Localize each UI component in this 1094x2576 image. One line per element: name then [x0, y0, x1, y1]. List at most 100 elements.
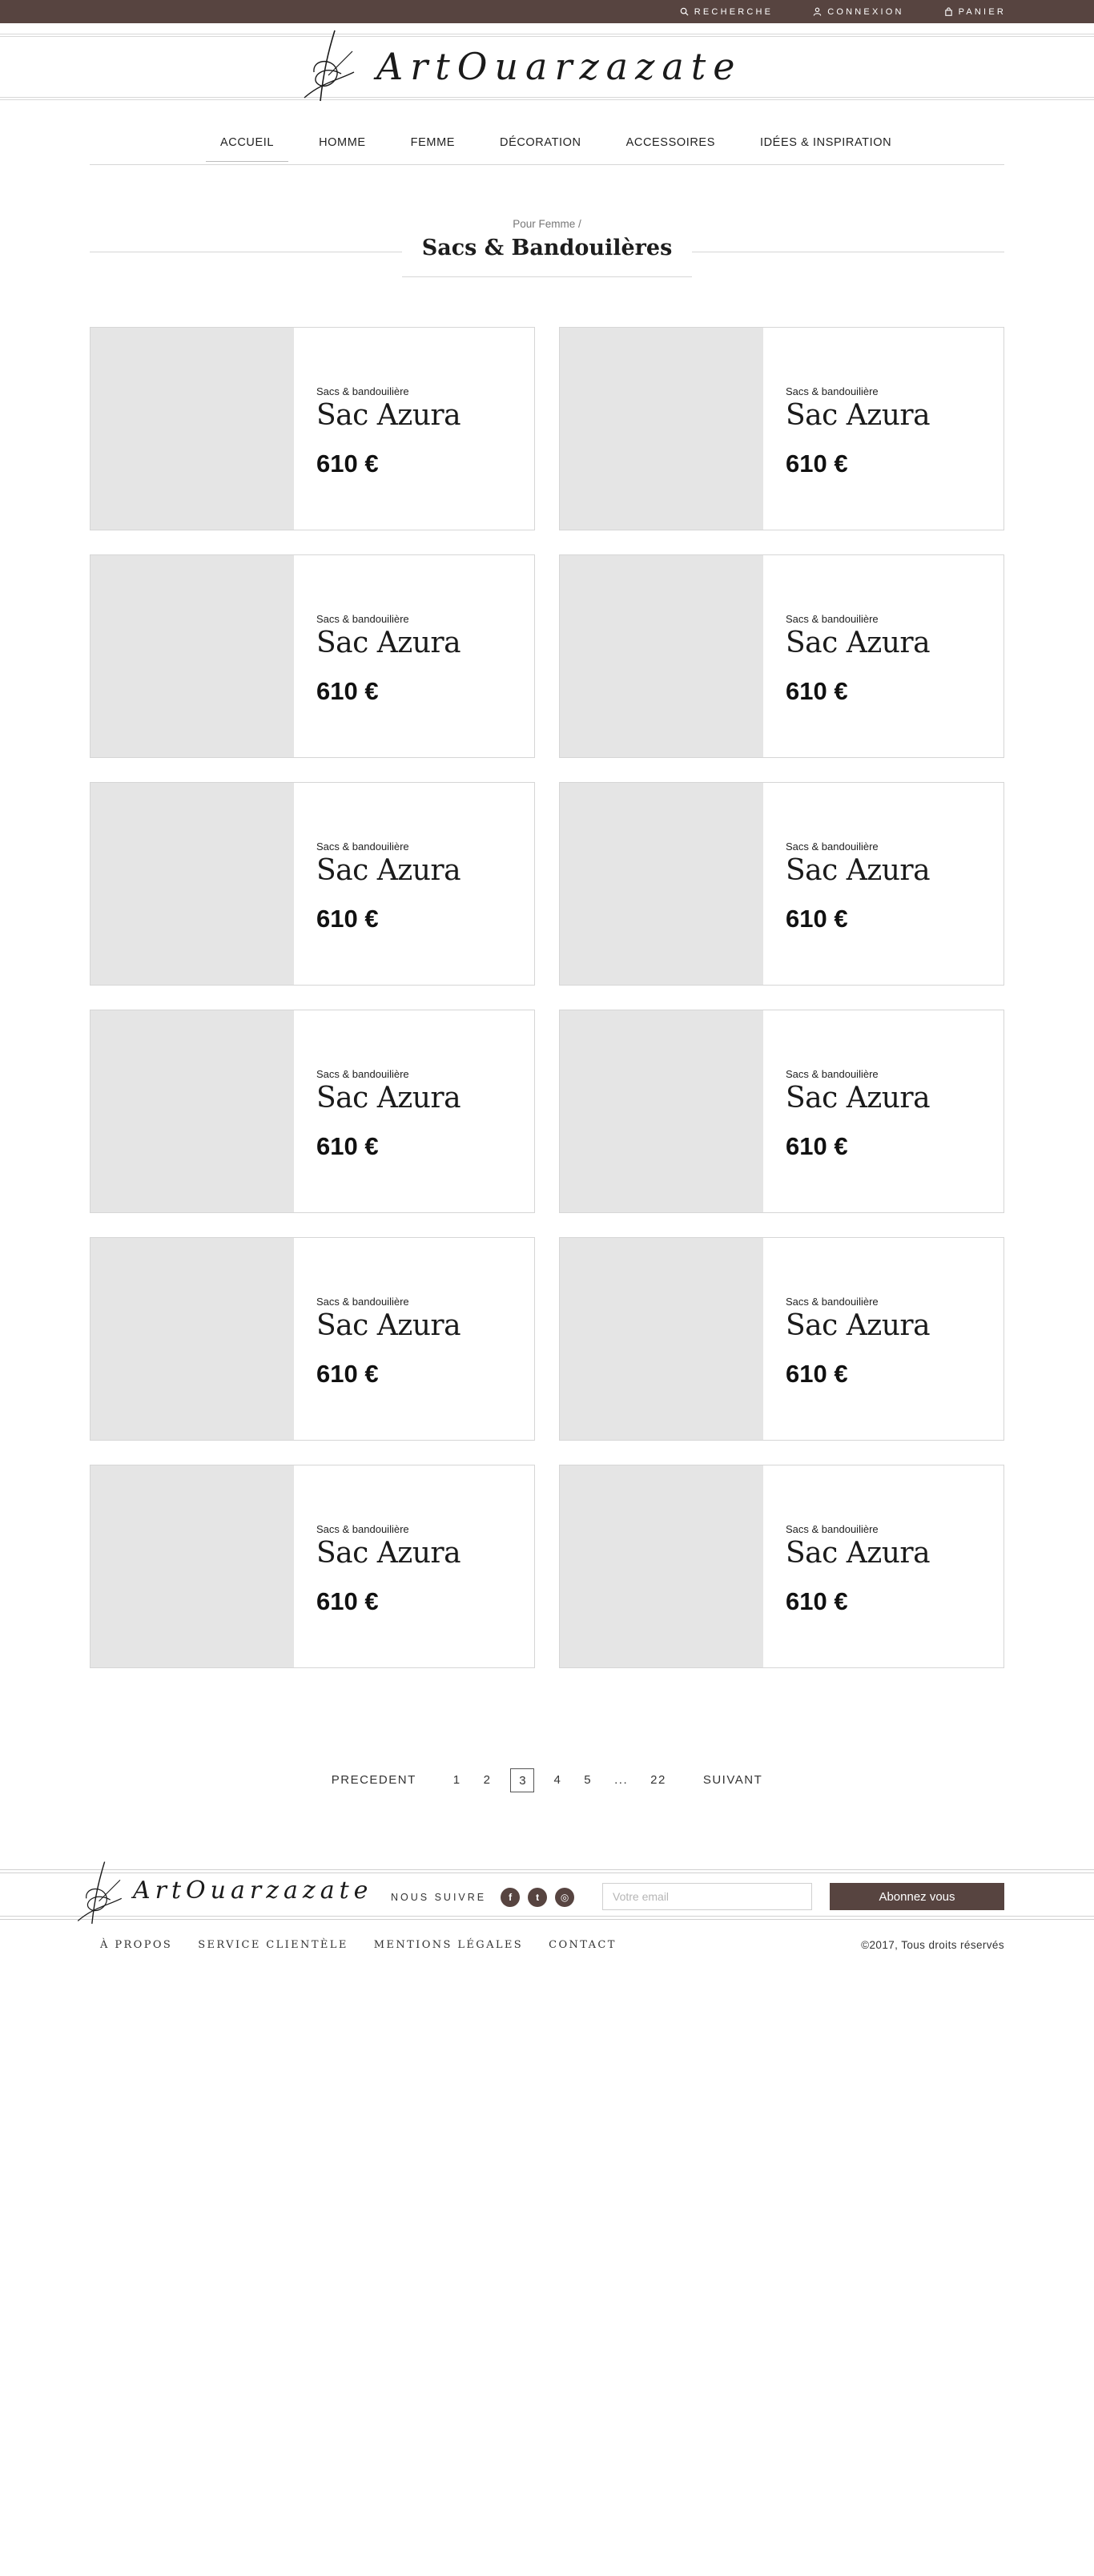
- login-link[interactable]: Connexion: [813, 7, 903, 17]
- top-bar: Recherche Connexion Panier: [0, 0, 1094, 23]
- copyright-text: ©2017, Tous droits réservés: [861, 1939, 1004, 1951]
- product-name[interactable]: Sac Azura: [316, 1082, 461, 1115]
- product-category: Sacs & bandouilière: [316, 385, 409, 397]
- footer-brand-name: ArtOuarzazate: [133, 1877, 373, 1905]
- product-name[interactable]: Sac Azura: [786, 1309, 931, 1342]
- product-info: Sacs & bandouilière Sac Azura 610 €: [294, 1465, 461, 1667]
- product-image[interactable]: [560, 1238, 763, 1440]
- product-name[interactable]: Sac Azura: [786, 1537, 931, 1570]
- footer-link-a-propos[interactable]: À propos: [100, 1939, 172, 1951]
- footer-link-service-clientele[interactable]: Service Clientèle: [198, 1939, 348, 1951]
- product-price: 610 €: [316, 1132, 379, 1160]
- pagination-page-2[interactable]: 2: [473, 1768, 503, 1792]
- product-card[interactable]: Sacs & bandouilière Sac Azura 610 €: [90, 554, 535, 758]
- product-image[interactable]: [90, 1465, 294, 1667]
- footer-link-mentions-legales[interactable]: Mentions Légales: [374, 1939, 523, 1951]
- pagination-prev-button[interactable]: Precedent: [320, 1768, 428, 1792]
- product-price: 610 €: [786, 677, 848, 705]
- product-name[interactable]: Sac Azura: [786, 1082, 931, 1115]
- user-icon: [814, 7, 822, 16]
- pagination-page-22[interactable]: 22: [639, 1768, 678, 1792]
- product-image[interactable]: [560, 1465, 763, 1667]
- product-price: 610 €: [316, 677, 379, 705]
- product-card[interactable]: Sacs & bandouilière Sac Azura 610 €: [559, 1465, 1004, 1668]
- product-grid: Sacs & bandouilière Sac Azura 610 € Sacs…: [90, 327, 1004, 1668]
- cart-link[interactable]: Panier: [944, 7, 1006, 17]
- product-name[interactable]: Sac Azura: [316, 1537, 461, 1570]
- instagram-icon[interactable]: ◎: [555, 1888, 575, 1907]
- search-icon: [680, 7, 689, 16]
- nav-item-decoration[interactable]: Décoration: [485, 128, 596, 162]
- search-link[interactable]: Recherche: [680, 7, 773, 17]
- product-category: Sacs & bandouilière: [316, 1296, 409, 1308]
- nav-item-accessoires[interactable]: Accessoires: [612, 128, 730, 162]
- product-image[interactable]: [90, 783, 294, 985]
- product-info: Sacs & bandouilière Sac Azura 610 €: [294, 555, 461, 757]
- product-category: Sacs & bandouilière: [786, 1296, 879, 1308]
- product-name[interactable]: Sac Azura: [786, 627, 931, 659]
- pagination-next-button[interactable]: Suivant: [692, 1768, 774, 1792]
- subscribe-button[interactable]: Abonnez vous: [830, 1883, 1004, 1910]
- brand-name: ArtOuarzazate: [376, 45, 742, 88]
- product-card[interactable]: Sacs & bandouilière Sac Azura 610 €: [90, 1237, 535, 1441]
- product-card[interactable]: Sacs & bandouilière Sac Azura 610 €: [90, 1010, 535, 1213]
- product-image[interactable]: [560, 1010, 763, 1212]
- nav-item-idees-inspiration[interactable]: Idées & Inspiration: [746, 128, 906, 162]
- product-name[interactable]: Sac Azura: [316, 627, 461, 659]
- product-card[interactable]: Sacs & bandouilière Sac Azura 610 €: [90, 327, 535, 530]
- product-image[interactable]: [560, 328, 763, 530]
- product-card[interactable]: Sacs & bandouilière Sac Azura 610 €: [90, 1465, 535, 1668]
- breadcrumb[interactable]: Pour Femme /: [0, 218, 1094, 230]
- footer-brand-logo[interactable]: ArtOuarzazate: [70, 1859, 368, 1929]
- product-price: 610 €: [786, 1132, 848, 1160]
- product-category: Sacs & bandouilière: [786, 841, 879, 853]
- pagination-page-current[interactable]: 3: [510, 1768, 535, 1792]
- product-info: Sacs & bandouilière Sac Azura 610 €: [294, 328, 461, 530]
- nav-item-femme[interactable]: Femme: [396, 128, 469, 162]
- brand-logo[interactable]: ArtOuarzazate: [296, 27, 734, 107]
- product-info: Sacs & bandouilière Sac Azura 610 €: [763, 783, 931, 985]
- product-category: Sacs & bandouilière: [786, 385, 879, 397]
- pagination-page-1[interactable]: 1: [442, 1768, 473, 1792]
- newsletter-email-input[interactable]: [602, 1883, 812, 1910]
- product-name[interactable]: Sac Azura: [786, 854, 931, 887]
- product-category: Sacs & bandouilière: [316, 1523, 409, 1535]
- product-card[interactable]: Sacs & bandouilière Sac Azura 610 €: [559, 327, 1004, 530]
- product-name[interactable]: Sac Azura: [316, 399, 461, 432]
- product-card[interactable]: Sacs & bandouilière Sac Azura 610 €: [559, 782, 1004, 986]
- page-title: Sacs & Bandouilères: [402, 232, 692, 277]
- nav-item-homme[interactable]: Homme: [304, 128, 380, 162]
- main-nav-items: Accueil Homme Femme Décoration Accessoir…: [206, 128, 922, 165]
- facebook-icon[interactable]: f: [501, 1888, 521, 1907]
- pagination-page-4[interactable]: 4: [542, 1768, 573, 1792]
- product-image[interactable]: [560, 783, 763, 985]
- footer-link-contact[interactable]: Contact: [549, 1939, 617, 1951]
- product-card[interactable]: Sacs & bandouilière Sac Azura 610 €: [559, 1237, 1004, 1441]
- product-name[interactable]: Sac Azura: [316, 1309, 461, 1342]
- product-image[interactable]: [90, 1010, 294, 1212]
- product-category: Sacs & bandouilière: [786, 1523, 879, 1535]
- product-price: 610 €: [316, 905, 379, 933]
- main-nav: Accueil Homme Femme Décoration Accessoir…: [90, 128, 1004, 165]
- signature-emblem-icon: [77, 1861, 123, 1925]
- product-category: Sacs & bandouilière: [316, 841, 409, 853]
- pagination-page-5[interactable]: 5: [573, 1768, 603, 1792]
- product-image[interactable]: [560, 555, 763, 757]
- product-price: 610 €: [316, 1587, 379, 1615]
- pagination: Precedent 1 2 3 4 5 ... 22 Suivant: [0, 1768, 1094, 1792]
- product-image[interactable]: [90, 1238, 294, 1440]
- product-category: Sacs & bandouilière: [316, 1068, 409, 1080]
- product-image[interactable]: [90, 555, 294, 757]
- product-image[interactable]: [90, 328, 294, 530]
- twitter-icon[interactable]: t: [528, 1888, 548, 1907]
- product-card[interactable]: Sacs & bandouilière Sac Azura 610 €: [559, 1010, 1004, 1213]
- product-card[interactable]: Sacs & bandouilière Sac Azura 610 €: [559, 554, 1004, 758]
- product-category: Sacs & bandouilière: [786, 1068, 879, 1080]
- product-name[interactable]: Sac Azura: [316, 854, 461, 887]
- product-info: Sacs & bandouilière Sac Azura 610 €: [763, 555, 931, 757]
- product-name[interactable]: Sac Azura: [786, 399, 931, 432]
- pagination-ellipsis: ...: [614, 1773, 629, 1787]
- product-card[interactable]: Sacs & bandouilière Sac Azura 610 €: [90, 782, 535, 986]
- login-link-label: Connexion: [827, 6, 904, 17]
- nav-item-accueil[interactable]: Accueil: [206, 128, 289, 162]
